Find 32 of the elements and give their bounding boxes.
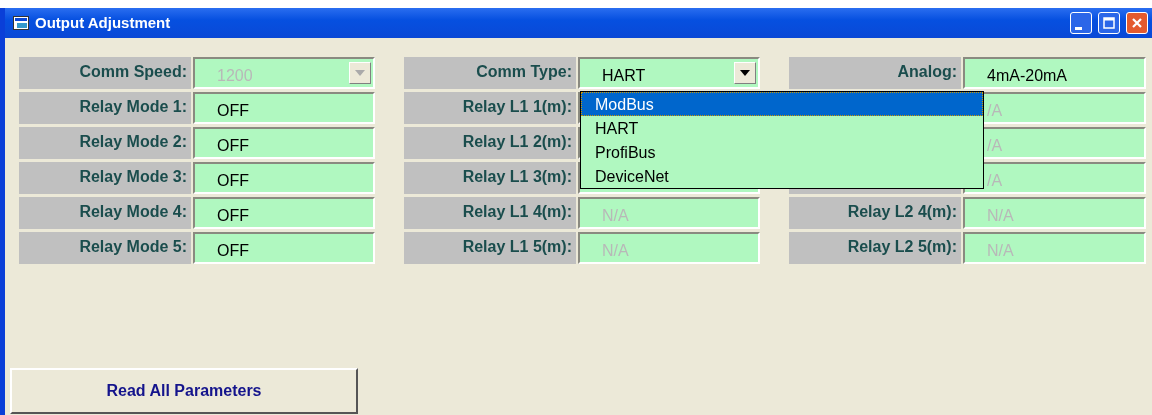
text-field[interactable]: 4mA-20mA — [963, 57, 1146, 89]
window-title: Output Adjustment — [35, 12, 172, 33]
minimize-icon — [1074, 26, 1082, 30]
maximize-icon — [1103, 17, 1115, 29]
field-label: Relay L1 4(m): — [404, 197, 576, 229]
field-label: Relay Mode 5: — [19, 232, 191, 264]
close-icon — [1131, 17, 1143, 29]
field-label: Relay L1 1(m): — [404, 92, 576, 124]
read-all-parameters-button[interactable]: Read All Parameters — [10, 368, 358, 414]
minimize-button[interactable] — [1070, 12, 1092, 34]
field-label: Relay Mode 1: — [19, 92, 191, 124]
field-label: Comm Type: — [404, 57, 576, 89]
dropdown-field[interactable]: HART — [578, 57, 760, 89]
dropdown-option[interactable]: ModBus — [581, 92, 983, 116]
field-label: Relay Mode 3: — [19, 162, 191, 194]
field-label: Relay L1 5(m): — [404, 232, 576, 264]
field-label: Relay L1 3(m): — [404, 162, 576, 194]
field-label: Relay L2 4(m): — [789, 197, 961, 229]
window-icon — [13, 16, 29, 30]
field-label: Relay L1 2(m): — [404, 127, 576, 159]
text-field[interactable]: OFF — [193, 232, 375, 264]
maximize-button[interactable] — [1098, 12, 1120, 34]
text-field[interactable]: OFF — [193, 127, 375, 159]
text-field[interactable]: OFF — [193, 162, 375, 194]
field-label: Relay Mode 4: — [19, 197, 191, 229]
field-label: Relay Mode 2: — [19, 127, 191, 159]
field-label: Comm Speed: — [19, 57, 191, 89]
field-label: Relay L2 5(m): — [789, 232, 961, 264]
field-label: Analog: — [789, 57, 961, 89]
text-field[interactable]: OFF — [193, 92, 375, 124]
close-button[interactable] — [1126, 12, 1148, 34]
text-field[interactable]: OFF — [193, 197, 375, 229]
